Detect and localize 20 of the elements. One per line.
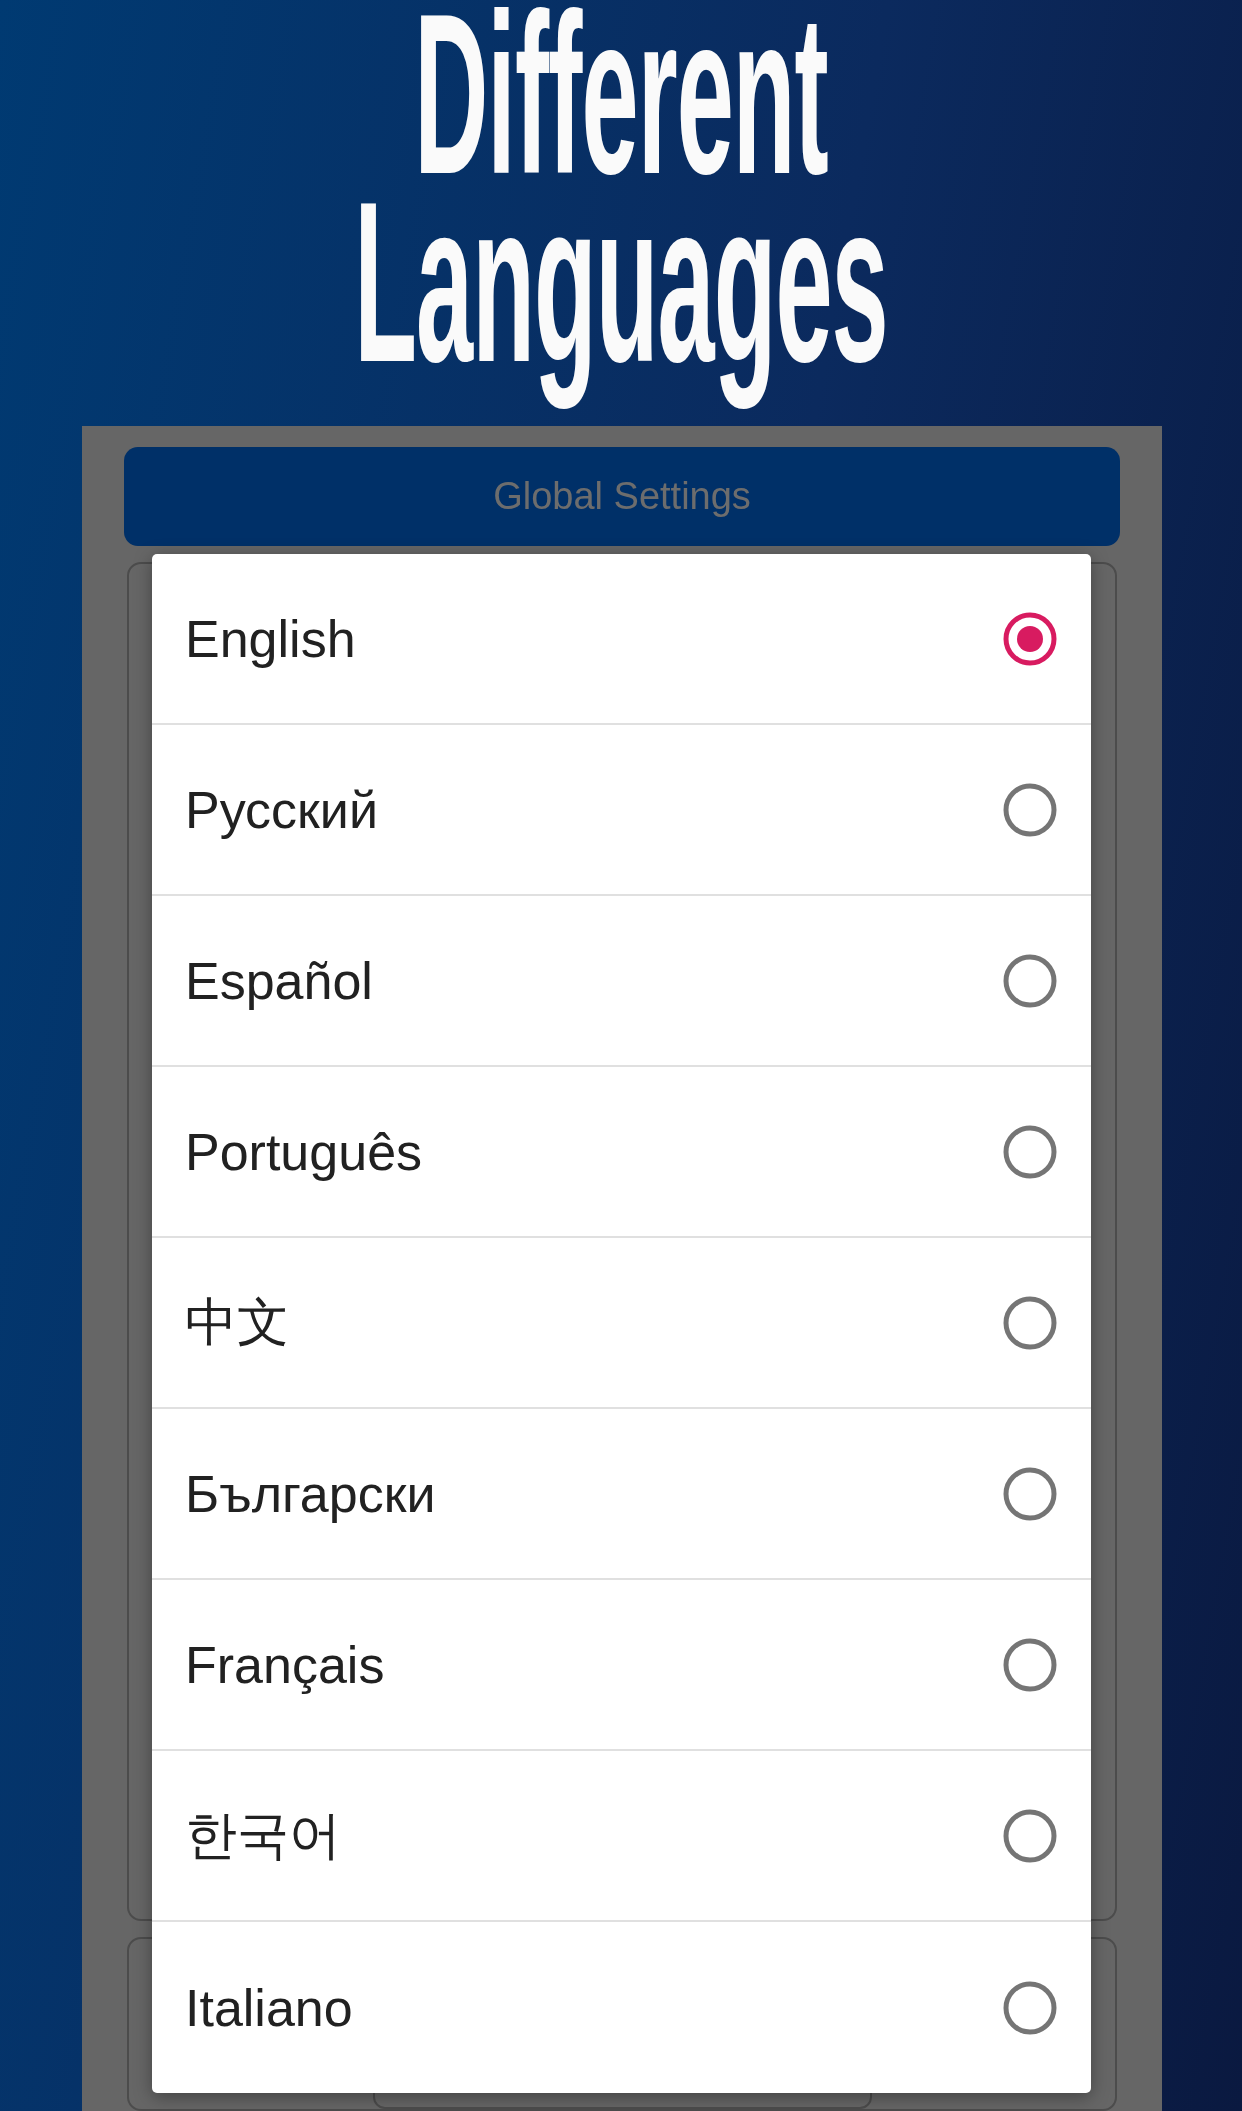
language-option[interactable]: 한국어 — [152, 1751, 1091, 1922]
radio-button[interactable] — [1003, 611, 1057, 666]
language-option[interactable]: Български — [152, 1409, 1091, 1580]
radio-button[interactable] — [1003, 1808, 1057, 1863]
radio-button[interactable] — [1003, 1980, 1057, 2035]
language-option[interactable]: Français — [152, 1580, 1091, 1751]
radio-button[interactable] — [1003, 1637, 1057, 1692]
global-settings-bar: Global Settings — [124, 447, 1120, 546]
radio-button[interactable] — [1003, 1124, 1057, 1179]
radio-button[interactable] — [1003, 953, 1057, 1008]
language-option[interactable]: 中文 — [152, 1238, 1091, 1409]
headline: Different Languages — [353, 0, 889, 411]
radio-button[interactable] — [1003, 782, 1057, 837]
language-option[interactable]: Português — [152, 1067, 1091, 1238]
language-option[interactable]: English — [152, 554, 1091, 725]
radio-button[interactable] — [1003, 1295, 1057, 1350]
radio-button[interactable] — [1003, 1466, 1057, 1521]
language-option[interactable]: Español — [152, 896, 1091, 1067]
language-option[interactable]: Italiano — [152, 1922, 1091, 2093]
language-option[interactable]: Русский — [152, 725, 1091, 896]
